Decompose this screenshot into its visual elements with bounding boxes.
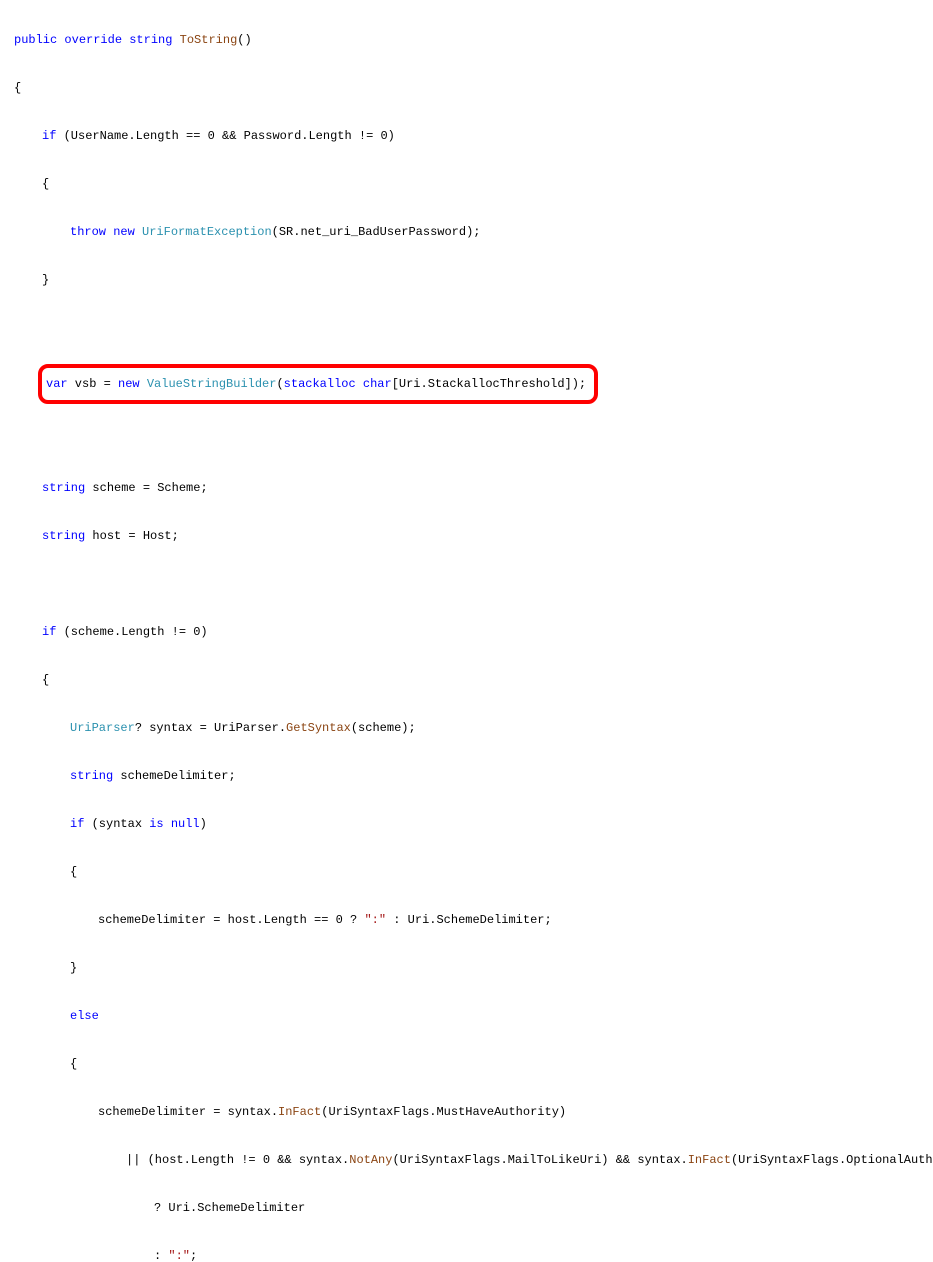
code-text: ) <box>200 817 207 831</box>
type-name: UriFormatException <box>142 225 272 239</box>
code-text: (scheme); <box>351 721 416 735</box>
code-text: : Uri.SchemeDelimiter; <box>386 913 552 927</box>
code-text: (UserName.Length == 0 <box>56 129 222 143</box>
keyword-if: if <box>42 129 56 143</box>
keyword-string: string <box>42 529 85 543</box>
keyword-public: public <box>14 33 57 47</box>
method-name: InFact <box>278 1105 321 1119</box>
code-line: schemeDelimiter = syntax.InFact(UriSynta… <box>14 1100 933 1124</box>
code-line <box>14 316 933 340</box>
code-text: syntax. <box>630 1153 688 1167</box>
brace: { <box>70 865 77 879</box>
code-line <box>14 428 933 452</box>
code-text: ? syntax = UriParser. <box>135 721 286 735</box>
method-name: ToString <box>180 33 238 47</box>
keyword-null: null <box>164 817 200 831</box>
keyword-override: override <box>64 33 122 47</box>
brace: { <box>14 81 21 95</box>
keyword-string: string <box>129 33 172 47</box>
code-line: } <box>14 268 933 292</box>
code-line: string host = Host; <box>14 524 933 548</box>
method-name: GetSyntax <box>286 721 351 735</box>
code-text: Password.Length != 0) <box>236 129 394 143</box>
code-text: scheme = Scheme; <box>85 481 207 495</box>
code-line: if (UserName.Length == 0 && Password.Len… <box>14 124 933 148</box>
code-line: string scheme = Scheme; <box>14 476 933 500</box>
type-name: UriParser <box>70 721 135 735</box>
code-text: vsb = <box>68 377 118 391</box>
code-text: syntax. <box>292 1153 350 1167</box>
keyword-new: new <box>118 377 140 391</box>
code-text: (UriSyntaxFlags.MustHaveAuthority) <box>321 1105 566 1119</box>
code-line: } <box>14 956 933 980</box>
string-literal: ":" <box>168 1249 190 1262</box>
keyword-throw: throw <box>70 225 106 239</box>
code-line: throw new UriFormatException(SR.net_uri_… <box>14 220 933 244</box>
operator-and: && <box>616 1153 630 1167</box>
string-literal: ":" <box>364 913 386 927</box>
keyword-if: if <box>70 817 84 831</box>
code-text: ? Uri.SchemeDelimiter <box>154 1201 305 1215</box>
code-line: if (scheme.Length != 0) <box>14 620 933 644</box>
code-line: public override string ToString() <box>14 28 933 52</box>
keyword-new: new <box>113 225 135 239</box>
brace: } <box>42 273 49 287</box>
method-name: NotAny <box>349 1153 392 1167</box>
operator-and: && <box>277 1153 291 1167</box>
code-block: public override string ToString() { if (… <box>0 4 933 1262</box>
code-text: [Uri.StackallocThreshold]); <box>392 377 586 391</box>
code-text: schemeDelimiter; <box>113 769 235 783</box>
code-text: (SR.net_uri_BadUserPassword); <box>272 225 481 239</box>
method-name: InFact <box>688 1153 731 1167</box>
code-text: (syntax <box>84 817 149 831</box>
keyword-stackalloc: stackalloc <box>284 377 356 391</box>
code-text: ; <box>190 1249 197 1262</box>
code-text: (UriSyntaxFlags.MailToLikeUri) <box>392 1153 615 1167</box>
type-name: ValueStringBuilder <box>140 377 277 391</box>
code-text: schemeDelimiter = host.Length == 0 ? <box>98 913 364 927</box>
code-line: string schemeDelimiter; <box>14 764 933 788</box>
brace: } <box>70 961 77 975</box>
code-text: ( <box>276 377 283 391</box>
code-line: || (host.Length != 0 && syntax.NotAny(Ur… <box>14 1148 933 1172</box>
highlighted-line: var vsb = new ValueStringBuilder(stackal… <box>14 364 933 404</box>
keyword-if: if <box>42 625 56 639</box>
keyword-var: var <box>46 377 68 391</box>
brace: { <box>70 1057 77 1071</box>
code-line: ? Uri.SchemeDelimiter <box>14 1196 933 1220</box>
code-line: { <box>14 668 933 692</box>
code-text: (UriSyntaxFlags.OptionalAuthority)) <box>731 1153 933 1167</box>
code-text: host = Host; <box>85 529 179 543</box>
keyword-is: is <box>149 817 163 831</box>
brace: { <box>42 673 49 687</box>
code-line <box>14 572 933 596</box>
highlight-box: var vsb = new ValueStringBuilder(stackal… <box>38 364 598 404</box>
code-line: { <box>14 1052 933 1076</box>
code-line: UriParser? syntax = UriParser.GetSyntax(… <box>14 716 933 740</box>
parens: () <box>237 33 251 47</box>
operator-and: && <box>222 129 236 143</box>
code-line: { <box>14 860 933 884</box>
code-line: if (syntax is null) <box>14 812 933 836</box>
keyword-char: char <box>356 377 392 391</box>
code-text: schemeDelimiter = syntax. <box>98 1105 278 1119</box>
code-line: { <box>14 172 933 196</box>
code-line: schemeDelimiter = host.Length == 0 ? ":"… <box>14 908 933 932</box>
keyword-else: else <box>70 1009 99 1023</box>
brace: { <box>42 177 49 191</box>
code-line: { <box>14 76 933 100</box>
code-text: : <box>154 1249 168 1262</box>
code-text: (scheme.Length != 0) <box>56 625 207 639</box>
keyword-string: string <box>42 481 85 495</box>
keyword-string: string <box>70 769 113 783</box>
code-line: : ":"; <box>14 1244 933 1262</box>
code-text: || (host.Length != 0 <box>126 1153 277 1167</box>
code-line: else <box>14 1004 933 1028</box>
